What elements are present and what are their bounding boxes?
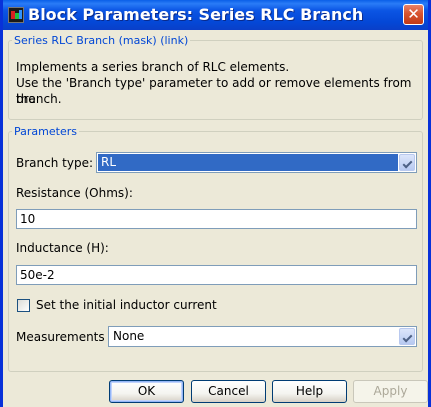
resistance-label: Resistance (Ohms): [16, 186, 133, 200]
resistance-field[interactable]: 10 [16, 209, 417, 229]
initial-current-label[interactable]: Set the initial inductor current [36, 298, 217, 312]
parameters-legend: Parameters [14, 125, 77, 138]
branch-type-value: RL [98, 154, 398, 171]
branch-type-label: Branch type: [16, 156, 93, 170]
measurements-value: None [113, 329, 145, 343]
help-button[interactable]: Help [272, 380, 347, 403]
mask-description-line-3: branch. [16, 92, 62, 106]
measurements-label: Measurements [16, 330, 105, 344]
inductance-label: Inductance (H): [16, 241, 109, 255]
ok-button[interactable]: OK [109, 380, 184, 403]
mask-legend[interactable]: Series RLC Branch (mask) (link) [12, 34, 190, 47]
close-icon[interactable]: ✕ [403, 4, 424, 25]
inductance-field[interactable]: 50e-2 [16, 265, 417, 285]
apply-button[interactable]: Apply [353, 380, 428, 403]
mask-description-line-2: Use the 'Branch type' parameter to add o… [16, 76, 412, 106]
branch-type-select[interactable]: RL [96, 152, 417, 173]
chevron-down-icon[interactable] [399, 154, 415, 171]
mask-description-line-1: Implements a series branch of RLC elemen… [16, 60, 290, 74]
cancel-button[interactable]: Cancel [191, 380, 266, 403]
window-title: Block Parameters: Series RLC Branch [28, 5, 364, 24]
title-bar[interactable]: Block Parameters: Series RLC Branch ✕ [3, 0, 428, 30]
initial-current-checkbox[interactable] [17, 299, 30, 312]
chevron-down-icon[interactable] [399, 328, 415, 345]
block-parameters-dialog: Block Parameters: Series RLC Branch ✕ Se… [0, 0, 431, 407]
simulink-block-icon [8, 7, 24, 23]
measurements-select[interactable]: None [108, 326, 417, 347]
